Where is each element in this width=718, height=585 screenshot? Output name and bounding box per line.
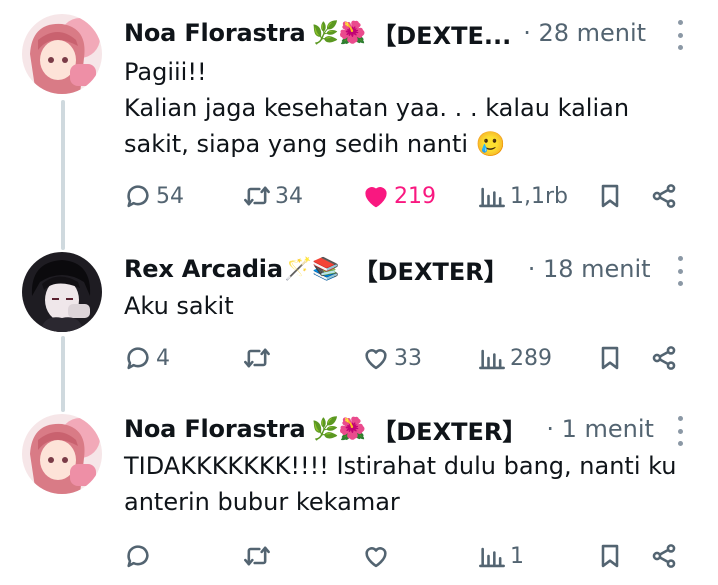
heart-icon xyxy=(362,344,390,372)
tweet-header: Noa Florastra 🌿🌺 【DEXTE... · 28 menit xyxy=(124,16,718,50)
tweet[interactable]: Noa Florastra 🌿🌺 【DEXTE... · 28 menit Pa… xyxy=(0,0,718,250)
like-button[interactable] xyxy=(362,536,394,576)
tweet-actions: 54 34 219 1,1rb xyxy=(0,176,718,216)
tweet-actions: 4 33 289 xyxy=(0,338,718,378)
like-count: 33 xyxy=(394,345,422,371)
like-button[interactable]: 219 xyxy=(362,176,436,216)
reply-icon xyxy=(124,344,152,372)
anime-avatar-pink-icon xyxy=(22,14,102,94)
author-tag: 【DEXTER】 xyxy=(372,417,527,446)
views-count: 1 xyxy=(510,543,524,569)
repost-button[interactable] xyxy=(243,338,275,378)
views-button[interactable]: 289 xyxy=(478,338,552,378)
bookmark-button[interactable] xyxy=(596,338,624,378)
bookmark-button[interactable] xyxy=(596,536,624,576)
bookmark-icon xyxy=(596,344,624,372)
like-count: 219 xyxy=(394,183,436,209)
repost-icon xyxy=(243,182,271,210)
views-button[interactable]: 1,1rb xyxy=(478,176,568,216)
repost-count: 34 xyxy=(275,183,303,209)
tweet-text: TIDAKKKKKKK!!!! Istirahat dulu bang, nan… xyxy=(124,452,677,516)
repost-button[interactable]: 34 xyxy=(243,176,303,216)
tweet-header: Noa Florastra 🌿🌺 【DEXTER】 · 1 menit xyxy=(124,412,718,446)
tweet-text: Pagiii!! Kalian jaga kesehatan yaa. . . … xyxy=(124,58,630,158)
repost-button[interactable] xyxy=(243,536,275,576)
tweet[interactable]: Noa Florastra 🌿🌺 【DEXTER】 · 1 menit TIDA… xyxy=(0,410,718,585)
author-name[interactable]: Noa Florastra xyxy=(124,19,306,47)
author-emojis: 🌿🌺 xyxy=(311,416,367,442)
timestamp[interactable]: · 18 menit xyxy=(528,255,651,283)
like-button[interactable]: 33 xyxy=(362,338,422,378)
share-icon xyxy=(650,344,678,372)
avatar[interactable] xyxy=(22,414,102,494)
reply-count: 54 xyxy=(156,183,184,209)
views-bar-chart-icon xyxy=(478,542,506,570)
author-emojis: 🪄📚 xyxy=(284,256,340,282)
tweet-actions: 1 xyxy=(0,536,718,576)
avatar[interactable] xyxy=(22,14,102,94)
heart-icon xyxy=(362,542,390,570)
bookmark-icon xyxy=(596,182,624,210)
author-tag: 【DEXTE... xyxy=(372,21,512,50)
reply-button[interactable]: 4 xyxy=(124,338,170,378)
timestamp[interactable]: · 1 menit xyxy=(546,415,654,443)
reply-icon xyxy=(124,182,152,210)
anime-avatar-dark-icon xyxy=(22,252,102,332)
timestamp[interactable]: · 28 menit xyxy=(523,19,646,47)
share-button[interactable] xyxy=(650,176,678,216)
more-options-icon[interactable] xyxy=(676,256,684,286)
reply-button[interactable]: 54 xyxy=(124,176,184,216)
share-icon xyxy=(650,182,678,210)
more-options-icon[interactable] xyxy=(676,416,684,446)
views-bar-chart-icon xyxy=(478,344,506,372)
tweet-text: Aku sakit xyxy=(124,292,234,320)
tweet[interactable]: Rex Arcadia 🪄📚 【DEXTER】 · 18 menit Aku s… xyxy=(0,250,718,410)
views-button[interactable]: 1 xyxy=(478,536,524,576)
repost-icon xyxy=(243,344,271,372)
repost-icon xyxy=(243,542,271,570)
more-options-icon[interactable] xyxy=(676,20,684,50)
share-button[interactable] xyxy=(650,536,678,576)
reply-icon xyxy=(124,542,152,570)
reply-count: 4 xyxy=(156,345,170,371)
avatar[interactable] xyxy=(22,252,102,332)
views-count: 289 xyxy=(510,345,552,371)
share-button[interactable] xyxy=(650,338,678,378)
heart-filled-icon xyxy=(362,182,390,210)
anime-avatar-pink-icon xyxy=(22,414,102,494)
author-name[interactable]: Rex Arcadia xyxy=(124,255,283,283)
views-count: 1,1rb xyxy=(510,183,568,209)
tweet-header: Rex Arcadia 🪄📚 【DEXTER】 · 18 menit xyxy=(124,252,718,286)
bookmark-icon xyxy=(596,542,624,570)
share-icon xyxy=(650,542,678,570)
author-name[interactable]: Noa Florastra xyxy=(124,415,306,443)
reply-button[interactable] xyxy=(124,536,156,576)
views-bar-chart-icon xyxy=(478,182,506,210)
bookmark-button[interactable] xyxy=(596,176,624,216)
author-tag: 【DEXTER】 xyxy=(353,257,508,286)
author-emojis: 🌿🌺 xyxy=(311,20,367,46)
